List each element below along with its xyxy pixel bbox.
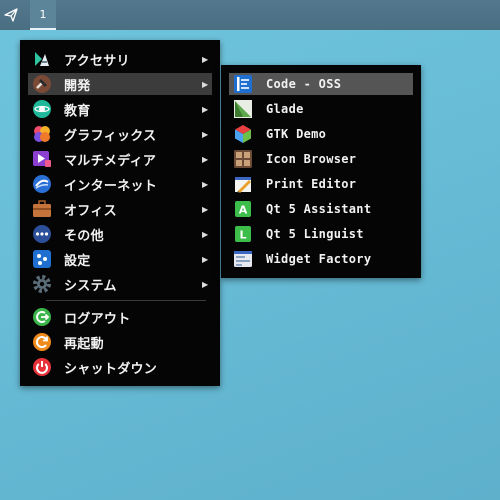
submenu-item-qt5-assistant[interactable]: A Qt 5 Assistant xyxy=(229,198,413,220)
graphics-icon xyxy=(32,124,52,144)
menu-item-logout[interactable]: ログアウト xyxy=(28,306,212,328)
submenu-arrow-icon: ▶ xyxy=(202,79,209,89)
application-menu: アクセサリ ▶ 開発 ▶ 教育 ▶ グラフィックス ▶ マルチメディア ▶ イン xyxy=(20,40,220,386)
top-panel: 1 xyxy=(0,0,500,30)
submenu-item-label: GTK Demo xyxy=(266,127,327,141)
app-launcher-button[interactable] xyxy=(0,0,22,30)
submenu-item-glade[interactable]: Glade xyxy=(229,98,413,120)
submenu-arrow-icon: ▶ xyxy=(202,254,209,264)
menu-item-label: ログアウト xyxy=(64,311,131,327)
submenu-arrow-icon: ▶ xyxy=(202,154,209,164)
menu-item-label: シャットダウン xyxy=(64,361,158,377)
development-icon xyxy=(32,74,52,94)
submenu-arrow-icon: ▶ xyxy=(202,129,209,139)
qt-linguist-icon: L xyxy=(233,224,253,244)
menu-item-label: 再起動 xyxy=(64,336,104,352)
svg-text:A: A xyxy=(239,204,248,217)
menu-item-graphics[interactable]: グラフィックス ▶ xyxy=(28,123,212,145)
power-icon xyxy=(32,357,52,377)
menu-item-shutdown[interactable]: シャットダウン xyxy=(28,356,212,378)
accessories-icon xyxy=(32,49,52,69)
submenu-item-label: Widget Factory xyxy=(266,252,372,266)
menu-item-education[interactable]: 教育 ▶ xyxy=(28,98,212,120)
menu-item-settings[interactable]: 設定 ▶ xyxy=(28,248,212,270)
submenu-arrow-icon: ▶ xyxy=(202,279,209,289)
submenu-item-print-editor[interactable]: Print Editor xyxy=(229,173,413,195)
workspace-1-button[interactable]: 1 xyxy=(30,0,56,30)
paper-plane-icon xyxy=(4,8,18,22)
menu-separator xyxy=(46,300,206,301)
widget-factory-icon xyxy=(233,249,253,269)
submenu-arrow-icon: ▶ xyxy=(202,104,209,114)
submenu-item-label: Glade xyxy=(266,102,304,116)
menu-item-label: マルチメディア xyxy=(64,153,157,169)
menu-item-office[interactable]: オフィス ▶ xyxy=(28,198,212,220)
menu-item-label: インターネット xyxy=(64,178,158,194)
icon-browser-icon xyxy=(233,149,253,169)
code-oss-icon xyxy=(233,74,253,94)
submenu-item-widget-factory[interactable]: Widget Factory xyxy=(229,248,413,270)
system-gear-icon xyxy=(32,274,52,294)
menu-item-multimedia[interactable]: マルチメディア ▶ xyxy=(28,148,212,170)
glade-icon xyxy=(233,99,253,119)
menu-item-internet[interactable]: インターネット ▶ xyxy=(28,173,212,195)
submenu-item-label: Code - OSS xyxy=(266,77,342,91)
submenu-arrow-icon: ▶ xyxy=(202,229,209,239)
menu-item-reboot[interactable]: 再起動 xyxy=(28,331,212,353)
menu-item-label: 開発 xyxy=(64,78,91,94)
menu-item-accessories[interactable]: アクセサリ ▶ xyxy=(28,48,212,70)
submenu-item-gtk-demo[interactable]: GTK Demo xyxy=(229,123,413,145)
submenu-arrow-icon: ▶ xyxy=(202,54,209,64)
office-briefcase-icon xyxy=(32,199,52,219)
submenu-arrow-icon: ▶ xyxy=(202,204,209,214)
submenu-item-code-oss[interactable]: Code - OSS xyxy=(229,73,413,95)
menu-item-label: その他 xyxy=(64,228,104,244)
internet-icon xyxy=(32,174,52,194)
menu-item-label: オフィス xyxy=(64,203,117,219)
menu-item-label: システム xyxy=(64,278,117,294)
logout-icon xyxy=(32,307,52,327)
submenu-item-icon-browser[interactable]: Icon Browser xyxy=(229,148,413,170)
menu-item-label: 教育 xyxy=(64,103,91,119)
submenu-item-label: Print Editor xyxy=(266,177,357,191)
submenu-item-qt5-linguist[interactable]: L Qt 5 Linguist xyxy=(229,223,413,245)
submenu-item-label: Qt 5 Assistant xyxy=(266,202,372,216)
menu-item-other[interactable]: その他 ▶ xyxy=(28,223,212,245)
menu-item-label: 設定 xyxy=(64,253,91,269)
other-dots-icon xyxy=(32,224,52,244)
menu-item-development[interactable]: 開発 ▶ xyxy=(28,73,212,95)
education-icon xyxy=(32,99,52,119)
multimedia-icon xyxy=(32,149,52,169)
submenu-item-label: Icon Browser xyxy=(266,152,357,166)
menu-item-system[interactable]: システム ▶ xyxy=(28,273,212,295)
print-editor-icon xyxy=(233,174,253,194)
reboot-icon xyxy=(32,332,52,352)
gtk-demo-icon xyxy=(233,124,253,144)
submenu-arrow-icon: ▶ xyxy=(202,179,209,189)
menu-item-label: グラフィックス xyxy=(64,128,157,144)
svg-text:L: L xyxy=(239,229,246,242)
menu-item-label: アクセサリ xyxy=(64,53,130,69)
workspace-label: 1 xyxy=(39,7,47,21)
development-submenu: Code - OSS Glade GTK Demo Icon Browser P… xyxy=(221,65,421,278)
settings-icon xyxy=(32,249,52,269)
submenu-item-label: Qt 5 Linguist xyxy=(266,227,364,241)
qt-assistant-icon: A xyxy=(233,199,253,219)
